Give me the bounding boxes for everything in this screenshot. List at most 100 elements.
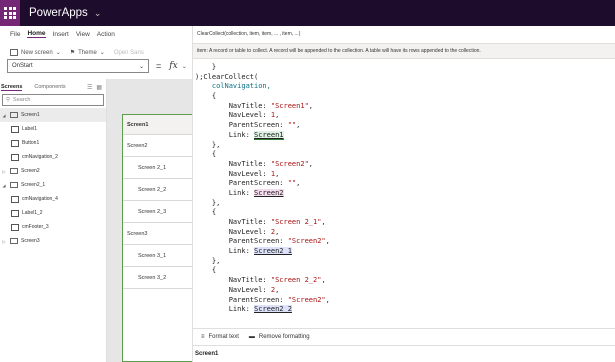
- code-token: ParentScreen:: [195, 295, 288, 304]
- nav-item-label: Screen3: [127, 230, 148, 237]
- code-line: },: [193, 199, 615, 209]
- code-line: NavLevel: 1,: [193, 170, 615, 180]
- app-canvas[interactable]: Screen1 Screen2 Screen 2_1 Screen 2_2 Screen…: [122, 114, 192, 362]
- tab-file[interactable]: File: [10, 31, 20, 38]
- new-screen-button[interactable]: New screen ⌄: [10, 49, 61, 56]
- tab-view[interactable]: View: [76, 31, 90, 38]
- theme-button[interactable]: ⚑ Theme ⌄: [70, 49, 105, 57]
- expand-icon[interactable]: ▷: [1, 169, 7, 174]
- property-dropdown[interactable]: OnStart ⌄: [7, 59, 149, 73]
- tree-item-screen[interactable]: ▷ Screen3: [0, 234, 106, 248]
- code-token: },: [195, 140, 221, 149]
- code-editor[interactable]: });ClearCollect( colNavigation, { NavTit…: [193, 63, 615, 328]
- tree-item-screen[interactable]: ▷ Screen2: [0, 164, 106, 178]
- code-token: Screen2_2: [254, 305, 292, 314]
- tree-item-label: Label1_2: [22, 210, 43, 216]
- code-token: NavTitle:: [195, 159, 271, 168]
- code-token: NavLevel:: [195, 169, 271, 178]
- tab-home[interactable]: Home: [27, 30, 46, 38]
- list-view-icon[interactable]: ☰: [87, 84, 92, 91]
- code-line: },: [193, 141, 615, 151]
- chevron-down-icon[interactable]: ⌄: [182, 63, 187, 70]
- code-token: "Screen1": [270, 101, 309, 110]
- code-token: ,: [308, 159, 314, 168]
- screen-icon: [10, 182, 18, 188]
- nav-item[interactable]: Screen1: [123, 115, 192, 135]
- tree-item-component[interactable]: cmNavigation_2: [0, 150, 106, 164]
- tree-view: ◢ Screen1 Label1 Button1 cmNavigation_2 ▷ Scre…: [0, 108, 106, 248]
- tree-item-screen[interactable]: ◢ Screen1: [0, 108, 106, 122]
- nav-item[interactable]: Screen 2_2: [123, 179, 192, 201]
- app-header: PowerApps ⌄: [0, 0, 615, 26]
- tree-item-button[interactable]: Button1: [0, 136, 106, 150]
- new-screen-label: New screen: [21, 49, 53, 56]
- nav-item[interactable]: Screen 3_1: [123, 245, 192, 267]
- nav-item-label: Screen 2_1: [138, 164, 167, 171]
- code-token: NavTitle:: [195, 218, 271, 226]
- tree-item-screen[interactable]: ◢ Screen2_1: [0, 178, 106, 192]
- fx-icon[interactable]: fx: [169, 61, 177, 71]
- chevron-down-icon[interactable]: ⌄: [94, 8, 102, 19]
- collapse-icon[interactable]: ◢: [1, 113, 7, 118]
- nav-item[interactable]: Screen3: [123, 223, 192, 245]
- code-line: ParentScreen: "",: [193, 121, 615, 131]
- code-token: ParentScreen:: [195, 121, 288, 130]
- ribbon-tabs: File Home Insert View Action: [0, 27, 192, 41]
- code-token: NavTitle:: [195, 101, 271, 110]
- code-token: "": [287, 121, 297, 130]
- code-line: Link: Screen1: [193, 130, 615, 141]
- app-title[interactable]: PowerApps: [29, 7, 88, 19]
- tree-search-input[interactable]: ⚲ Search: [2, 94, 104, 106]
- code-token: {: [195, 92, 217, 101]
- nav-item[interactable]: Screen 3_2: [123, 267, 192, 289]
- code-token: {: [195, 208, 217, 217]
- tab-screens[interactable]: Screens: [1, 84, 23, 91]
- expand-icon[interactable]: ▷: [1, 239, 7, 244]
- collapse-icon[interactable]: ◢: [1, 183, 7, 188]
- code-token: "Screen2": [270, 159, 309, 168]
- format-text-icon: ≡: [201, 334, 205, 340]
- remove-formatting-button[interactable]: ▬ Remove formatting: [249, 334, 310, 340]
- code-line: }: [193, 63, 615, 73]
- tree-item-component[interactable]: cmNavigation_4: [0, 192, 106, 206]
- component-icon: [11, 223, 19, 231]
- tree-item-label: cmNavigation_2: [22, 154, 58, 160]
- tab-action[interactable]: Action: [97, 31, 115, 38]
- tab-components[interactable]: Components: [34, 84, 65, 90]
- component-icon: [11, 195, 19, 203]
- code-token: ,: [308, 101, 314, 110]
- tree-view-tabs: Screens Components ☰ ▦: [0, 81, 106, 93]
- code-line: );ClearCollect(: [193, 73, 615, 83]
- code-line: {: [193, 208, 615, 218]
- button-icon: [11, 139, 19, 147]
- code-line: NavTitle: "Screen2",: [193, 160, 615, 170]
- code-token: ,: [275, 227, 280, 236]
- tab-insert[interactable]: Insert: [53, 31, 69, 38]
- format-text-button[interactable]: ≡ Format text: [201, 334, 239, 340]
- waffle-icon: [4, 7, 16, 19]
- code-token: ,: [275, 285, 280, 294]
- code-line: NavTitle: "Screen 2_2",: [193, 276, 615, 286]
- search-placeholder: Search: [13, 97, 31, 103]
- tree-item-label[interactable]: Label1_2: [0, 206, 106, 220]
- code-token: "Screen 2_1": [270, 218, 322, 226]
- code-token: ,: [275, 111, 280, 120]
- code-token: ,: [321, 218, 326, 226]
- code-token: "Screen 2_2": [270, 276, 322, 285]
- code-token: Screen1: [254, 130, 284, 140]
- nav-item[interactable]: Screen2: [123, 135, 192, 157]
- tree-item-label[interactable]: Label1: [0, 122, 106, 136]
- nav-item[interactable]: Screen 2_1: [123, 157, 192, 179]
- nav-item-label: Screen 2_2: [138, 186, 167, 193]
- code-line: Link: Screen2_2: [193, 305, 615, 315]
- tree-item-component[interactable]: cmFooter_3: [0, 220, 106, 234]
- grid-view-icon[interactable]: ▦: [96, 84, 102, 91]
- property-value: OnStart: [12, 63, 33, 69]
- font-select[interactable]: Open Sans: [114, 50, 144, 56]
- search-icon: ⚲: [6, 97, 11, 103]
- app-launcher-button[interactable]: [0, 0, 20, 26]
- code-line: },: [193, 257, 615, 267]
- nav-item-label: Screen 3_2: [138, 274, 167, 281]
- nav-item[interactable]: Screen 2_3: [123, 201, 192, 223]
- screen-icon: [10, 238, 18, 244]
